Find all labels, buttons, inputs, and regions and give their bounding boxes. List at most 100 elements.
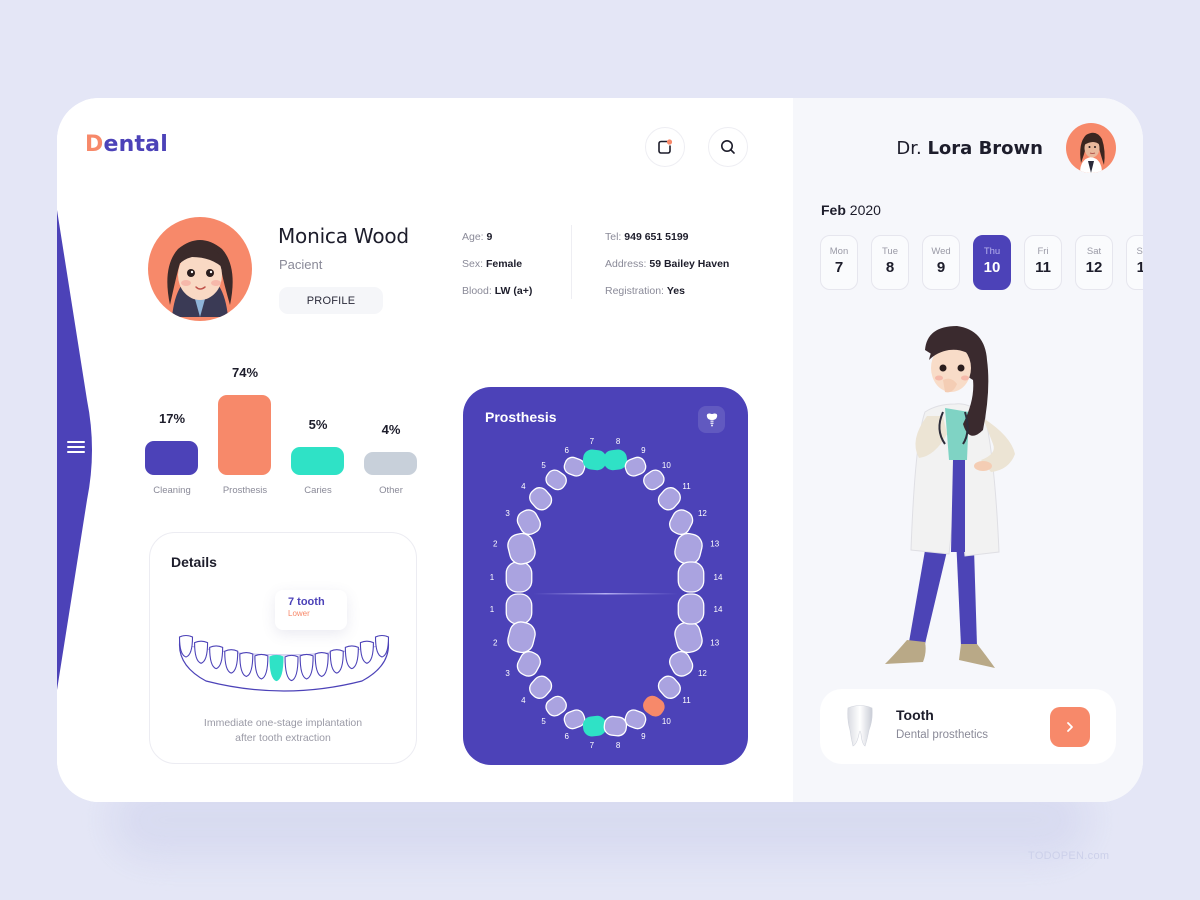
lower-tooth-11[interactable] xyxy=(655,673,684,702)
menu-icon[interactable] xyxy=(67,441,85,455)
doctor-illustration xyxy=(885,326,1015,668)
patient-info-left: Age: 9 Sex: Female Blood: LW (a+) xyxy=(462,231,532,312)
details-card: Details 7 tooth Lower Immediate one-stag… xyxy=(149,532,417,764)
tooth-number: 5 xyxy=(541,717,546,726)
upper-tooth-11[interactable] xyxy=(655,484,684,513)
upper-tooth-1[interactable] xyxy=(505,561,533,593)
tooth[interactable] xyxy=(239,651,254,678)
calendar-day[interactable]: Tue 8 xyxy=(871,235,909,290)
day-date: 8 xyxy=(885,259,895,276)
details-title: Details xyxy=(171,554,217,570)
tooth[interactable] xyxy=(329,649,344,674)
tooth[interactable] xyxy=(209,645,224,670)
tooth[interactable] xyxy=(344,645,359,670)
description-line: Immediate one-stage implantation xyxy=(203,717,363,729)
lower-tooth-4[interactable] xyxy=(526,673,555,702)
tooth-number: 7 xyxy=(590,741,595,750)
day-name: Mon xyxy=(829,246,849,257)
tooth-card-arrow-button[interactable] xyxy=(1050,707,1090,747)
bar-value-label: 5% xyxy=(308,417,328,433)
calendar-day[interactable]: Fri 11 xyxy=(1024,235,1062,290)
upper-tooth-12[interactable] xyxy=(667,507,696,538)
tooth[interactable] xyxy=(299,653,314,680)
upper-tooth-3[interactable] xyxy=(514,507,543,538)
tooth[interactable] xyxy=(314,651,329,678)
tooth-number: 2 xyxy=(493,539,498,548)
bar-other[interactable] xyxy=(364,451,417,475)
profile-button[interactable]: PROFILE xyxy=(279,287,383,314)
tooth[interactable] xyxy=(284,654,299,682)
search-icon xyxy=(721,140,735,154)
upper-tooth-7[interactable] xyxy=(582,449,607,471)
tooth-card[interactable]: Tooth Dental prosthetics xyxy=(820,689,1116,764)
upper-tooth-2[interactable] xyxy=(506,531,538,566)
tooth-number: 8 xyxy=(616,437,621,446)
upper-tooth-13[interactable] xyxy=(673,531,705,566)
tooth-number: 12 xyxy=(698,669,707,678)
calendar-day[interactable]: Sun 13 xyxy=(1126,235,1143,290)
lower-tooth-8[interactable] xyxy=(603,715,628,737)
day-date: 13 xyxy=(1136,259,1143,276)
info-tel: Tel: 949 651 5199 xyxy=(605,231,689,243)
day-date: 7 xyxy=(834,259,844,276)
search-button[interactable] xyxy=(708,127,748,167)
lower-tooth-3[interactable] xyxy=(514,648,543,679)
lower-tooth-14[interactable] xyxy=(677,593,705,625)
day-name: Sat xyxy=(1086,246,1102,257)
tooth[interactable] xyxy=(359,640,374,664)
jaw-divider xyxy=(533,593,678,595)
bar-category-label: Prosthesis xyxy=(222,485,268,496)
lower-tooth-1[interactable] xyxy=(505,593,533,625)
treatment-bar-chart: 17% Cleaning 74% Prosthesis 5% Caries 4% Other xyxy=(145,360,425,500)
tooth[interactable] xyxy=(254,653,269,680)
doctor-avatar[interactable] xyxy=(1066,123,1116,173)
tooth-number: 6 xyxy=(564,732,569,741)
selected-tooth[interactable] xyxy=(269,654,284,682)
tooltip-title: 7 tooth xyxy=(288,596,325,608)
bar-prosthesis[interactable] xyxy=(218,395,271,475)
lower-tooth-13[interactable] xyxy=(673,620,705,655)
tooth-number: 8 xyxy=(616,741,621,750)
tooth[interactable] xyxy=(194,640,209,664)
bar-value-label: 17% xyxy=(158,411,186,427)
tooth-number: 5 xyxy=(541,461,546,470)
calendar-day[interactable]: Sat 12 xyxy=(1075,235,1113,290)
bar-caries[interactable] xyxy=(291,447,344,475)
tooth[interactable] xyxy=(374,634,390,658)
tooth[interactable] xyxy=(224,649,239,674)
tooth-number: 6 xyxy=(564,446,569,455)
upper-tooth-4[interactable] xyxy=(526,484,555,513)
tooth-number: 7 xyxy=(590,437,595,446)
lower-tooth-2[interactable] xyxy=(506,620,538,655)
lower-tooth-7[interactable] xyxy=(582,715,607,737)
tooth-number: 10 xyxy=(662,461,671,470)
day-name: Thu xyxy=(983,246,1001,257)
tooth-number: 13 xyxy=(710,639,719,648)
upper-tooth-14[interactable] xyxy=(677,561,705,593)
day-name: Tue xyxy=(881,246,899,257)
day-name: Sun xyxy=(1136,246,1143,257)
calendar-day[interactable]: Mon 7 xyxy=(820,235,858,290)
calendar-day[interactable]: Thu 10 xyxy=(973,235,1011,290)
lower-tooth-12[interactable] xyxy=(667,648,696,679)
tooth-number: 14 xyxy=(714,605,723,614)
bar-category-label: Caries xyxy=(304,485,332,496)
lower-jaw-illustration xyxy=(178,634,390,692)
tooth-number: 12 xyxy=(698,509,707,518)
tooth-number: 11 xyxy=(682,696,691,705)
prosthesis-card: Prosthesis 1 2 3 4 5 6 7 8 9 10 11 12 13 14 1 2 3 4 5 6 7 8 9 1… xyxy=(463,387,748,765)
calendar-day[interactable]: Wed 9 xyxy=(922,235,960,290)
upper-tooth-8[interactable] xyxy=(603,449,628,471)
info-divider xyxy=(571,225,572,299)
tooth[interactable] xyxy=(178,634,194,658)
info-blood: Blood: LW (a+) xyxy=(462,285,533,297)
tooth-number: 9 xyxy=(641,446,646,455)
calendar-days: Mon 7 Tue 8 Wed 9 Thu 10 Fri 11 Sat 12 Sun 13 xyxy=(820,235,1143,291)
tooth-card-subtitle: Dental prosthetics xyxy=(896,729,989,741)
tooth-number: 1 xyxy=(490,573,495,582)
doctor-name: Dr. Lora Brown xyxy=(896,138,1043,159)
tooth-number: 1 xyxy=(490,605,495,614)
bar-cleaning[interactable] xyxy=(145,441,198,475)
notification-button[interactable] xyxy=(645,127,685,167)
bar-category-label: Cleaning xyxy=(153,485,191,496)
